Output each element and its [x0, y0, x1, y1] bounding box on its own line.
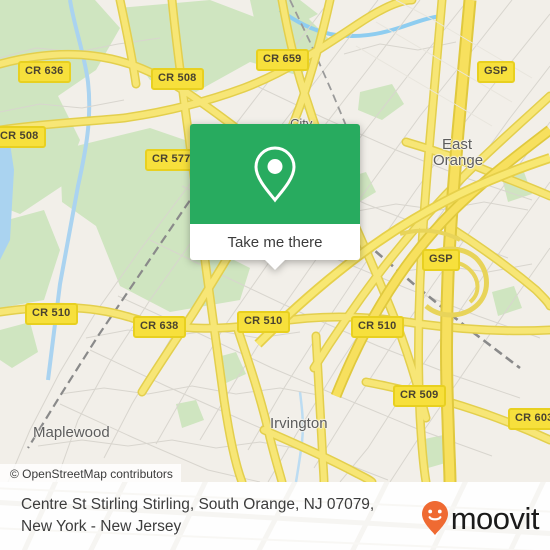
map-pin-icon	[254, 146, 296, 203]
road-shield[interactable]: CR 636	[18, 61, 71, 83]
road-shield[interactable]: GSP	[422, 249, 460, 271]
map-screenshot: CR 636 CR 508 CR 659 GSP CR 508 CR 577 G…	[0, 0, 550, 550]
osm-attribution[interactable]: © OpenStreetMap contributors	[0, 464, 181, 482]
location-region-line: New York - New Jersey	[21, 518, 182, 535]
place-label-orange: Orange	[433, 152, 484, 169]
footer-bar: Centre St Stirling Stirling, South Orang…	[0, 482, 550, 550]
road-shield[interactable]: CR 510	[237, 311, 290, 333]
place-label-east: East	[442, 136, 473, 153]
road-shield[interactable]: CR 603	[508, 408, 550, 430]
road-shield[interactable]: CR 508	[0, 126, 46, 148]
road-shield[interactable]: CR 509	[393, 385, 446, 407]
road-shield[interactable]: CR 659	[256, 49, 309, 71]
location-popup[interactable]: Take me there	[190, 124, 360, 270]
popup-icon-panel	[190, 124, 360, 224]
moovit-smile-pin-icon	[421, 501, 448, 535]
road-shield[interactable]: CR 510	[351, 316, 404, 338]
road-shield[interactable]: GSP	[477, 61, 515, 83]
road-shield[interactable]: CR 638	[133, 316, 186, 338]
road-shield[interactable]: CR 510	[25, 303, 78, 325]
map-canvas[interactable]: CR 636 CR 508 CR 659 GSP CR 508 CR 577 G…	[0, 0, 550, 482]
take-me-there-button[interactable]: Take me there	[190, 224, 360, 270]
road-shield[interactable]: CR 508	[151, 68, 204, 90]
moovit-wordmark: moovit	[450, 500, 540, 536]
location-address-line: Centre St Stirling Stirling, South Orang…	[21, 496, 375, 513]
place-label-irvington: Irvington	[270, 415, 328, 432]
take-me-there-label: Take me there	[227, 233, 323, 251]
moovit-logo[interactable]: moovit	[420, 500, 540, 536]
popup-pointer-tail	[264, 259, 286, 270]
place-label-maplewood: Maplewood	[33, 424, 110, 441]
location-title: Centre St Stirling Stirling, South Orang…	[0, 494, 384, 538]
